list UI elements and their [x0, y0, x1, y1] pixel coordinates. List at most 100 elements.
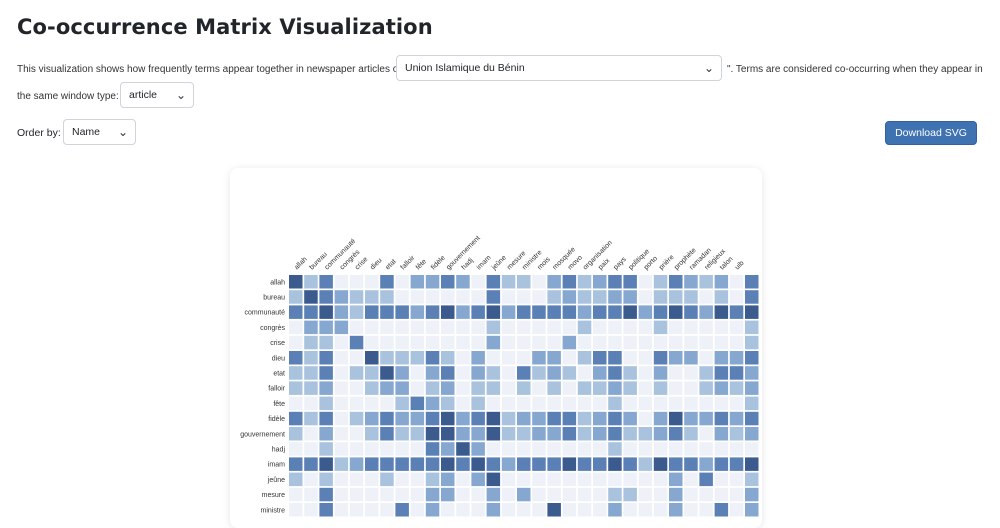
matrix-cell[interactable]: [699, 290, 713, 304]
matrix-cell[interactable]: [714, 457, 729, 471]
matrix-cell[interactable]: [593, 472, 607, 487]
matrix-cell[interactable]: [410, 427, 425, 441]
matrix-cell[interactable]: [334, 275, 349, 289]
matrix-cell[interactable]: [623, 366, 637, 380]
matrix-cell[interactable]: [334, 411, 349, 426]
matrix-cell[interactable]: [456, 275, 470, 289]
matrix-cell[interactable]: [608, 366, 622, 380]
matrix-cell[interactable]: [608, 381, 622, 395]
matrix-cell[interactable]: [289, 366, 303, 380]
matrix-cell[interactable]: [456, 472, 470, 487]
matrix-cell[interactable]: [684, 427, 698, 441]
matrix-cell[interactable]: [623, 290, 637, 304]
matrix-cell[interactable]: [608, 487, 622, 502]
matrix-cell[interactable]: [745, 305, 759, 319]
matrix-cell[interactable]: [577, 411, 592, 426]
matrix-cell[interactable]: [532, 396, 546, 411]
matrix-cell[interactable]: [486, 275, 501, 289]
matrix-cell[interactable]: [471, 503, 485, 517]
matrix-cell[interactable]: [425, 381, 440, 395]
matrix-cell[interactable]: [623, 411, 637, 426]
matrix-cell[interactable]: [456, 290, 470, 304]
matrix-cell[interactable]: [547, 320, 561, 335]
matrix-cell[interactable]: [456, 335, 470, 350]
matrix-cell[interactable]: [608, 427, 622, 441]
matrix-cell[interactable]: [365, 457, 379, 471]
matrix-cell[interactable]: [334, 366, 349, 380]
matrix-cell[interactable]: [653, 457, 668, 471]
matrix-cell[interactable]: [304, 396, 318, 411]
matrix-cell[interactable]: [441, 335, 455, 350]
matrix-cell[interactable]: [653, 305, 668, 319]
matrix-cell[interactable]: [456, 457, 470, 471]
matrix-cell[interactable]: [699, 381, 713, 395]
matrix-cell[interactable]: [425, 275, 440, 289]
matrix-cell[interactable]: [517, 487, 531, 502]
matrix-cell[interactable]: [319, 381, 333, 395]
matrix-cell[interactable]: [684, 457, 698, 471]
matrix-cell[interactable]: [365, 320, 379, 335]
matrix-cell[interactable]: [425, 472, 440, 487]
matrix-cell[interactable]: [349, 396, 364, 411]
matrix-cell[interactable]: [714, 275, 729, 289]
matrix-cell[interactable]: [547, 457, 561, 471]
matrix-cell[interactable]: [547, 487, 561, 502]
matrix-cell[interactable]: [745, 381, 759, 395]
matrix-cell[interactable]: [714, 351, 729, 365]
matrix-cell[interactable]: [395, 305, 409, 319]
matrix-cell[interactable]: [638, 427, 653, 441]
matrix-cell[interactable]: [486, 427, 501, 441]
matrix-cell[interactable]: [349, 472, 364, 487]
matrix-cell[interactable]: [729, 442, 744, 456]
matrix-cell[interactable]: [304, 290, 318, 304]
matrix-cell[interactable]: [349, 381, 364, 395]
matrix-cell[interactable]: [410, 335, 425, 350]
matrix-cell[interactable]: [425, 396, 440, 411]
matrix-cell[interactable]: [669, 381, 683, 395]
matrix-cell[interactable]: [532, 472, 546, 487]
matrix-cell[interactable]: [638, 396, 653, 411]
matrix-cell[interactable]: [532, 351, 546, 365]
matrix-cell[interactable]: [577, 396, 592, 411]
matrix-cell[interactable]: [547, 396, 561, 411]
matrix-cell[interactable]: [745, 320, 759, 335]
matrix-cell[interactable]: [456, 320, 470, 335]
matrix-cell[interactable]: [517, 427, 531, 441]
matrix-cell[interactable]: [517, 290, 531, 304]
matrix-cell[interactable]: [441, 411, 455, 426]
matrix-cell[interactable]: [486, 305, 501, 319]
matrix-cell[interactable]: [608, 411, 622, 426]
matrix-cell[interactable]: [395, 275, 409, 289]
matrix-cell[interactable]: [653, 381, 668, 395]
matrix-cell[interactable]: [729, 487, 744, 502]
matrix-cell[interactable]: [349, 411, 364, 426]
matrix-cell[interactable]: [380, 503, 394, 517]
matrix-cell[interactable]: [349, 442, 364, 456]
matrix-cell[interactable]: [623, 396, 637, 411]
matrix-cell[interactable]: [441, 472, 455, 487]
matrix-cell[interactable]: [410, 411, 425, 426]
matrix-cell[interactable]: [577, 290, 592, 304]
matrix-cell[interactable]: [304, 503, 318, 517]
matrix-cell[interactable]: [669, 335, 683, 350]
matrix-cell[interactable]: [729, 457, 744, 471]
matrix-cell[interactable]: [486, 351, 501, 365]
matrix-cell[interactable]: [425, 427, 440, 441]
matrix-cell[interactable]: [441, 320, 455, 335]
matrix-cell[interactable]: [638, 335, 653, 350]
matrix-cell[interactable]: [669, 396, 683, 411]
matrix-cell[interactable]: [638, 366, 653, 380]
matrix-cell[interactable]: [410, 320, 425, 335]
matrix-cell[interactable]: [365, 472, 379, 487]
matrix-cell[interactable]: [684, 275, 698, 289]
matrix-cell[interactable]: [395, 457, 409, 471]
matrix-cell[interactable]: [471, 305, 485, 319]
matrix-cell[interactable]: [304, 320, 318, 335]
matrix-cell[interactable]: [684, 503, 698, 517]
matrix-cell[interactable]: [486, 290, 501, 304]
matrix-cell[interactable]: [532, 442, 546, 456]
matrix-cell[interactable]: [745, 503, 759, 517]
matrix-cell[interactable]: [593, 411, 607, 426]
matrix-cell[interactable]: [517, 472, 531, 487]
matrix-cell[interactable]: [365, 487, 379, 502]
